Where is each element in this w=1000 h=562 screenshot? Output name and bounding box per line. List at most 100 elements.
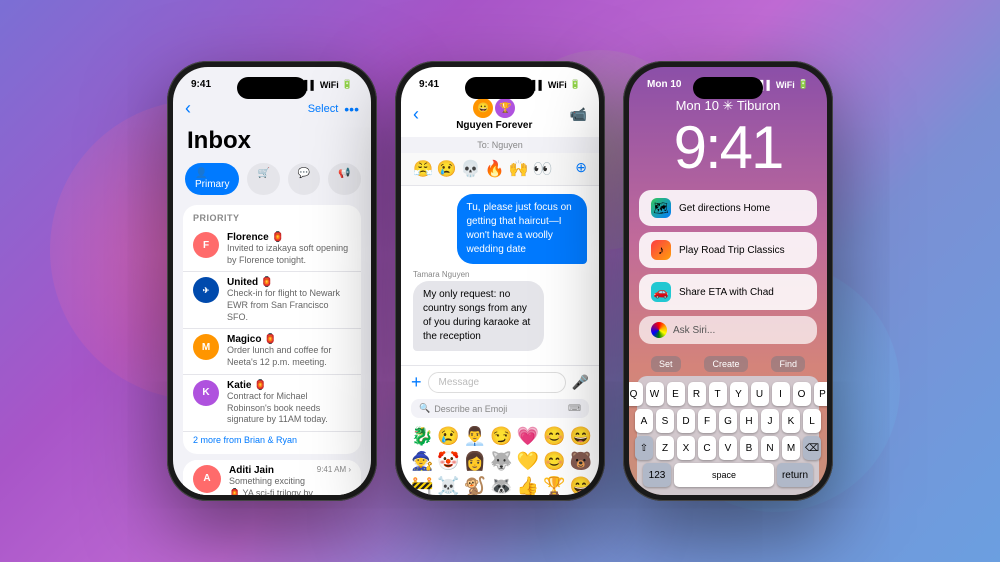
key-N[interactable]: N (761, 436, 779, 460)
mail-item-united[interactable]: ✈ United 🏮 Check-in for flight to Newark… (183, 272, 361, 329)
siri-eta-text: Share ETA with Chad (679, 287, 774, 298)
preview-united: Check-in for flight to Newark EWR from S… (227, 288, 351, 323)
sender-katie: Katie 🏮 (227, 380, 351, 391)
emoji-11[interactable]: 🐺 (490, 451, 512, 472)
key-Z[interactable]: Z (656, 436, 674, 460)
mail-back-button[interactable]: ‹ (185, 98, 191, 119)
key-C[interactable]: C (698, 436, 716, 460)
emoji-3[interactable]: 👨‍💼 (464, 426, 486, 447)
key-B[interactable]: B (740, 436, 758, 460)
emoji-18[interactable]: 🦝 (490, 476, 512, 495)
emoji-19[interactable]: 👍 (517, 476, 539, 495)
action-create[interactable]: Create (704, 356, 747, 372)
tab-social[interactable]: 💬 (288, 163, 320, 195)
emoji-reaction-5[interactable]: 🙌 (509, 159, 529, 179)
mail-content-aditi: Aditi Jain 9:41 AM › Something exciting … (229, 465, 351, 495)
mail-item-katie[interactable]: K Katie 🏮 Contract for Michael Robinson'… (183, 375, 361, 432)
emoji-4[interactable]: 😏 (490, 426, 512, 447)
emoji-reaction-4[interactable]: 🔥 (485, 159, 505, 179)
key-I[interactable]: I (772, 382, 790, 406)
key-X[interactable]: X (677, 436, 695, 460)
video-call-button[interactable]: 📹 (570, 106, 587, 123)
key-F[interactable]: F (698, 409, 716, 433)
key-M[interactable]: M (782, 436, 800, 460)
key-L[interactable]: L (803, 409, 821, 433)
key-Q[interactable]: Q (629, 382, 643, 406)
emoji-reaction-3[interactable]: 💀 (461, 159, 481, 179)
mail-item-florence[interactable]: F Florence 🏮 Invited to izakaya soft ope… (183, 227, 361, 272)
key-space[interactable]: space (674, 463, 774, 487)
key-W[interactable]: W (646, 382, 664, 406)
siri-directions-text: Get directions Home (679, 203, 770, 214)
add-emoji-button[interactable]: ⊕ (575, 159, 587, 179)
emoji-13[interactable]: 😊 (543, 451, 565, 472)
emoji-20[interactable]: 🏆 (543, 476, 565, 495)
key-shift[interactable]: ⇧ (635, 436, 653, 460)
tab-primary[interactable]: 👤 Primary (185, 163, 239, 195)
emoji-9[interactable]: 🤡 (437, 451, 459, 472)
siri-suggestion-directions[interactable]: 🗺 Get directions Home (639, 190, 817, 226)
key-backspace[interactable]: ⌫ (803, 436, 821, 460)
avatar-katie: K (193, 380, 219, 406)
preview-aditi: Something exciting (229, 476, 351, 488)
key-P[interactable]: P (814, 382, 828, 406)
key-D[interactable]: D (677, 409, 695, 433)
emoji-10[interactable]: 👩 (464, 451, 486, 472)
emoji-16[interactable]: ☠️ (437, 476, 459, 495)
key-U[interactable]: U (751, 382, 769, 406)
key-V[interactable]: V (719, 436, 737, 460)
messages-list: Tu, please just focus on getting that ha… (413, 194, 587, 357)
key-S[interactable]: S (656, 409, 674, 433)
messages-header: ‹ 😀 🏆 Nguyen Forever 📹 (401, 94, 599, 137)
emoji-15[interactable]: 🚧 (411, 476, 433, 495)
mail-item-magico[interactable]: M Magico 🏮 Order lunch and coffee for Ne… (183, 329, 361, 374)
mail-content-magico: Magico 🏮 Order lunch and coffee for Neet… (227, 334, 351, 368)
key-A[interactable]: A (635, 409, 653, 433)
message-input-field[interactable]: Message (428, 372, 566, 393)
key-R[interactable]: R (688, 382, 706, 406)
key-T[interactable]: T (709, 382, 727, 406)
emoji-14[interactable]: 🐻 (570, 451, 592, 472)
message-add-button[interactable]: + (411, 372, 422, 393)
contact-name: Nguyen Forever (456, 120, 532, 131)
more-from-label[interactable]: 2 more from Brian & Ryan (183, 432, 361, 448)
key-Y[interactable]: Y (730, 382, 748, 406)
emoji-17[interactable]: 🐒 (464, 476, 486, 495)
emoji-reaction-2[interactable]: 😢 (437, 159, 457, 179)
siri-suggestion-music[interactable]: ♪ Play Road Trip Classics (639, 232, 817, 268)
action-find[interactable]: Find (771, 356, 805, 372)
emoji-21[interactable]: 😄 (570, 476, 592, 495)
key-O[interactable]: O (793, 382, 811, 406)
emoji-2[interactable]: 😢 (437, 426, 459, 447)
emoji-5[interactable]: 💗 (517, 426, 539, 447)
action-set[interactable]: Set (651, 356, 681, 372)
emoji-12[interactable]: 💛 (517, 451, 539, 472)
key-H[interactable]: H (740, 409, 758, 433)
key-return[interactable]: return (777, 463, 813, 487)
phone-mail-screen: 9:41 ▌▌▌ WiFi 🔋 ‹ Select ••• Inbox 👤 Pri… (173, 67, 371, 495)
mail-select-button[interactable]: Select (308, 103, 339, 115)
preview-katie: Contract for Michael Robinson's book nee… (227, 391, 351, 426)
mail-more-button[interactable]: ••• (344, 101, 359, 117)
emoji-8[interactable]: 🧙 (411, 451, 433, 472)
emoji-reaction-6[interactable]: 👀 (533, 159, 553, 179)
messages-back-button[interactable]: ‹ (413, 104, 419, 125)
key-E[interactable]: E (667, 382, 685, 406)
emoji-reaction-1[interactable]: 😤 (413, 159, 433, 179)
siri-ask-bar[interactable]: Ask Siri... (639, 316, 817, 344)
mail-item-aditi[interactable]: A Aditi Jain 9:41 AM › Something excitin… (183, 460, 361, 495)
tab-shopping[interactable]: 🛒 (247, 163, 279, 195)
emoji-search-bar[interactable]: 🔍 Describe an Emoji ⌨ (411, 399, 589, 418)
siri-suggestion-eta[interactable]: 🚗 Share ETA with Chad (639, 274, 817, 310)
tab-promotions[interactable]: 📢 (328, 163, 360, 195)
key-numbers[interactable]: 123 (643, 463, 671, 487)
emoji-7[interactable]: 😄 (570, 426, 592, 447)
emoji-6[interactable]: 😊 (543, 426, 565, 447)
key-J[interactable]: J (761, 409, 779, 433)
emoji-1[interactable]: 🐉 (411, 426, 433, 447)
emoji-search-action: ⌨ (568, 403, 581, 414)
battery-icon: 🔋 (342, 79, 353, 90)
message-mic-button[interactable]: 🎤 (572, 374, 589, 391)
key-K[interactable]: K (782, 409, 800, 433)
key-G[interactable]: G (719, 409, 737, 433)
